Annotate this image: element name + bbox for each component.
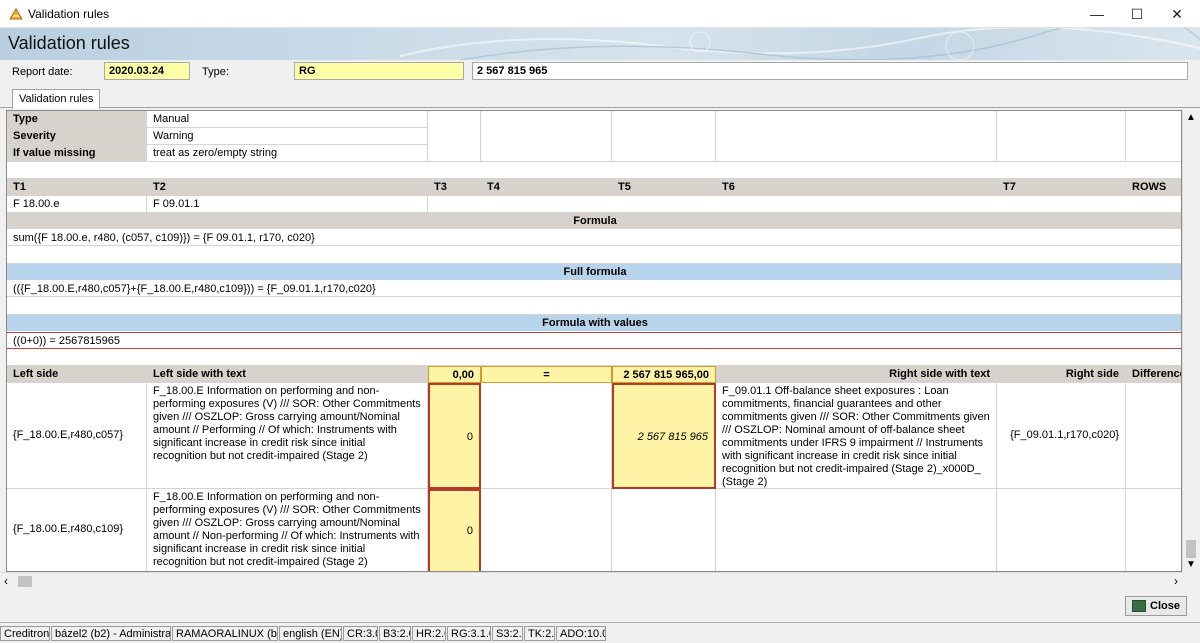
scroll-right-icon[interactable]: › xyxy=(1174,574,1178,588)
report-date-field[interactable]: 2020.03.24 xyxy=(104,62,190,80)
col-header-t5: T5 xyxy=(612,179,716,196)
type-field[interactable]: RG xyxy=(294,62,464,80)
status-language: english (EN) xyxy=(279,626,342,641)
col-header-t6: T6 xyxy=(716,179,997,196)
detail-right-text: F_09.01.1 Off-balance sheet exposures : … xyxy=(716,383,997,489)
detail-right-side: {F_09.01.1,r170,c020} xyxy=(997,383,1126,489)
col-header-t1: T1 xyxy=(7,179,147,196)
empty-cell xyxy=(716,489,997,571)
prop-key-type: Type xyxy=(7,111,147,128)
col-header-t3: T3 xyxy=(428,179,481,196)
empty-cell xyxy=(481,111,612,162)
amount-field[interactable]: 2 567 815 965 xyxy=(472,62,1188,80)
horizontal-scrollbar[interactable]: ‹ › xyxy=(0,572,1182,589)
col-header-right-side: Right side xyxy=(997,366,1126,383)
formula-text: sum({F 18.00.e, r480, (c057, c109)}) = {… xyxy=(7,230,1181,246)
detail-left-side: {F_18.00.E,r480,c057} xyxy=(7,383,147,489)
page-title: Validation rules xyxy=(8,33,130,53)
status-cr: CR:3.0 xyxy=(343,626,378,641)
close-window-button[interactable]: ✕ xyxy=(1154,0,1200,28)
col-header-rows: ROWS xyxy=(1126,179,1181,196)
rules-grid: Type Manual Severity Warning If value mi… xyxy=(6,110,1182,572)
status-user: bázel2 (b2) - Administrat xyxy=(51,626,171,641)
equals-sign: = xyxy=(481,366,612,383)
formula-header: Formula xyxy=(7,213,1181,229)
empty-cell xyxy=(1126,489,1181,571)
window-title: Validation rules xyxy=(28,7,110,21)
empty-cell xyxy=(1126,111,1181,162)
vertical-scroll-thumb[interactable] xyxy=(1186,540,1196,558)
status-b3: B3:2.0 xyxy=(379,626,411,641)
window-titlebar: Validation rules — ☐ ✕ xyxy=(0,0,1200,28)
full-formula-header: Full formula xyxy=(7,264,1181,280)
horizontal-scroll-thumb[interactable] xyxy=(18,576,32,587)
col-header-right-text: Right side with text xyxy=(716,366,997,383)
col-header-t7: T7 xyxy=(997,179,1126,196)
status-server: RAMAORALINUX (b2) xyxy=(172,626,278,641)
formula-values-text: ((0+0)) = 2567815965 xyxy=(7,332,1181,349)
status-s3: S3:2.0 xyxy=(492,626,523,641)
status-ado: ADO:10.0 xyxy=(556,626,606,641)
close-button-label: Close xyxy=(1150,600,1180,612)
empty-cell xyxy=(428,196,1181,213)
status-app: Creditron xyxy=(0,626,50,641)
empty-cell xyxy=(481,383,612,489)
prop-value-missing: treat as zero/empty string xyxy=(147,145,428,162)
prop-key-severity: Severity xyxy=(7,128,147,145)
formula-values-header: Formula with values xyxy=(7,315,1181,331)
empty-cell xyxy=(612,111,716,162)
status-tk: TK:2.0 xyxy=(524,626,555,641)
scroll-down-icon[interactable]: ▼ xyxy=(1186,559,1196,570)
scroll-up-icon[interactable]: ▲ xyxy=(1186,112,1196,123)
col-header-difference: Difference xyxy=(1126,366,1181,383)
empty-cell xyxy=(716,111,997,162)
detail-left-text: F_18.00.E Information on performing and … xyxy=(147,489,428,571)
close-button[interactable]: Close xyxy=(1125,596,1187,616)
empty-cell xyxy=(997,111,1126,162)
col-header-t2: T2 xyxy=(147,179,428,196)
empty-cell xyxy=(997,489,1126,571)
empty-cell xyxy=(481,489,612,571)
exit-door-icon xyxy=(1132,600,1146,612)
blank-row xyxy=(7,162,1181,179)
blank-row xyxy=(7,298,1181,315)
detail-right-value[interactable]: 2 567 815 965 xyxy=(612,383,716,489)
detail-left-value[interactable]: 0 xyxy=(428,383,481,489)
detail-left-value[interactable]: 0 xyxy=(428,489,481,571)
left-total: 0,00 xyxy=(428,366,481,383)
blank-row xyxy=(7,349,1181,366)
col-header-left-side: Left side xyxy=(7,366,147,383)
status-rg: RG:3.1.0 xyxy=(447,626,491,641)
type-label: Type: xyxy=(202,66,229,78)
empty-cell xyxy=(428,111,481,162)
empty-cell xyxy=(1126,383,1181,489)
status-bar: Creditron bázel2 (b2) - Administrat RAMA… xyxy=(0,622,1200,643)
t1-value: F 18.00.e xyxy=(7,196,147,213)
prop-value-type: Manual xyxy=(147,111,428,128)
report-date-label: Report date: xyxy=(12,66,73,78)
blank-row xyxy=(7,247,1181,264)
col-header-t4: T4 xyxy=(481,179,612,196)
col-header-left-text: Left side with text xyxy=(147,366,428,383)
detail-left-side: {F_18.00.E,r480,c109} xyxy=(7,489,147,571)
detail-left-text: F_18.00.E Information on performing and … xyxy=(147,383,428,489)
page-banner: Validation rules xyxy=(0,28,1200,60)
tab-validation-rules[interactable]: Validation rules xyxy=(12,89,101,109)
app-icon xyxy=(9,8,23,20)
status-hr: HR:2.0 xyxy=(412,626,446,641)
vertical-scrollbar[interactable]: ▲ ▼ xyxy=(1182,110,1198,572)
scroll-left-icon[interactable]: ‹ xyxy=(4,574,8,588)
prop-key-missing: If value missing xyxy=(7,145,147,162)
right-total: 2 567 815 965,00 xyxy=(612,366,716,383)
t2-value: F 09.01.1 xyxy=(147,196,428,213)
full-formula-text: (({F_18.00.E,r480,c057}+{F_18.00.E,r480,… xyxy=(7,281,1181,297)
prop-value-severity: Warning xyxy=(147,128,428,145)
tab-strip: Validation rules xyxy=(0,88,1200,109)
empty-cell xyxy=(612,489,716,571)
banner-decoration xyxy=(400,28,1200,60)
